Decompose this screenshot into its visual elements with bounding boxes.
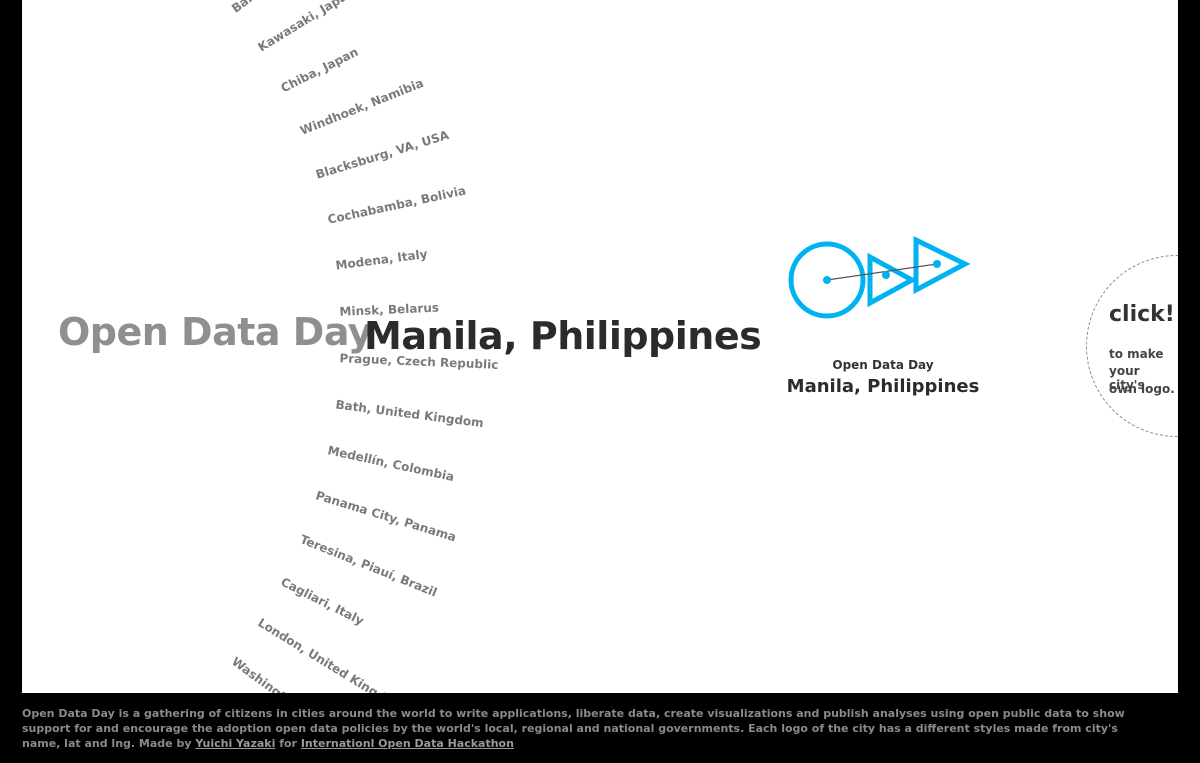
city-list-item[interactable]: Cochabamba, Bolivia — [326, 183, 467, 226]
hackathon-link[interactable]: Internationl Open Data Hackathon — [301, 737, 514, 750]
city-list-item[interactable]: Shiga, Japan — [200, 691, 273, 693]
logo-dot-3 — [933, 260, 941, 268]
city-list-item[interactable]: Panama City, Panama — [314, 488, 458, 544]
city-list-item[interactable]: London, United Kingdom — [255, 616, 405, 693]
footer-connector: for — [279, 737, 297, 750]
click-title[interactable]: click! — [1109, 302, 1175, 327]
city-list-item[interactable]: Blacksburg, VA, USA — [314, 128, 450, 182]
city-list-item[interactable]: Chiba, Japan — [279, 45, 361, 96]
hero-city-name: Manila, Philippines — [364, 314, 762, 358]
logo-caption-city: Manila, Philippines — [786, 376, 980, 397]
logo-triangle-1 — [867, 252, 918, 308]
main-canvas: ROuagadougouWinchester, UKBangkok, Thail… — [22, 0, 1178, 693]
city-logo — [788, 235, 971, 319]
city-list-item[interactable]: Modena, Italy — [335, 247, 429, 273]
city-list-item[interactable]: Windhoek, Namibia — [298, 76, 425, 138]
city-list-item[interactable]: Bath, United Kingdom — [335, 397, 485, 430]
click-text-line: own logo. — [1109, 382, 1175, 396]
city-list-item[interactable]: Medellín, Colombia — [326, 443, 455, 484]
author-link[interactable]: Yuichi Yazaki — [195, 737, 275, 750]
footer-description: Open Data Day is a gathering of citizens… — [22, 707, 1125, 750]
logo-dot-1 — [823, 276, 831, 284]
footer: Open Data Day is a gathering of citizens… — [22, 706, 1152, 751]
city-list-item[interactable]: Cagliari, Italy — [279, 575, 366, 628]
hero-prefix-text: Open Data Day — [58, 310, 373, 354]
logo-dot-2 — [882, 271, 890, 279]
click-text-line: to make — [1109, 347, 1164, 361]
city-list-item[interactable]: Kawasaki, Japan — [255, 0, 356, 54]
city-list-item[interactable]: Teresina, Piauí, Brazil — [298, 532, 439, 599]
logo-caption-title: Open Data Day — [832, 358, 934, 372]
